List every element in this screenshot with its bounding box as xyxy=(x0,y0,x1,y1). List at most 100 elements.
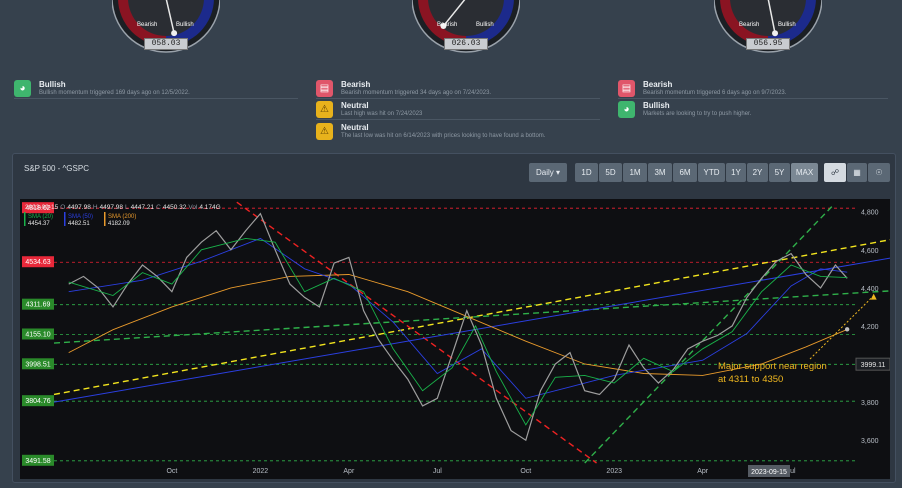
y-tick-label: 4,600 xyxy=(861,248,879,255)
gauge-needle-tip xyxy=(772,30,779,37)
level-tag: 3804.76 xyxy=(22,395,54,407)
gauge-bull-label: Bullish xyxy=(778,22,796,28)
legend-value: 4182.09 xyxy=(108,221,130,227)
range-5y[interactable]: 5Y xyxy=(769,163,790,182)
x-tick-label: Jul xyxy=(433,468,442,475)
annotation-text: at 4311 to 4350 xyxy=(718,374,783,385)
gauge-1: Bearish Bullish 058.03 xyxy=(112,0,220,56)
legend-value: 4454.37 xyxy=(28,221,50,227)
range-2y[interactable]: 2Y xyxy=(747,163,768,182)
y-tick-label: 3,800 xyxy=(861,400,879,407)
sma200-endpoint xyxy=(844,327,850,332)
trendline-trend_red xyxy=(236,201,597,464)
warning-icon: ⚠ xyxy=(316,123,333,140)
level-tag: 4534.63 xyxy=(22,256,54,268)
ohlc-v_label: Vol xyxy=(188,204,198,211)
range-5d[interactable]: 5D xyxy=(599,163,622,182)
gauge-needle-tip xyxy=(171,30,178,37)
gauge-icon: ▤ xyxy=(316,80,333,97)
ohlc-v: 4.174G xyxy=(199,204,220,211)
x-tick-label: Oct xyxy=(520,468,531,475)
globe-icon[interactable]: ☉ xyxy=(868,163,890,182)
divider xyxy=(14,98,298,99)
level-tag-label: 3804.76 xyxy=(25,398,50,405)
gauge-reading: 056.95 xyxy=(746,38,790,50)
ohlc-c: 4450.32 xyxy=(163,204,187,211)
y-tick-label: 4,800 xyxy=(861,210,879,217)
divider xyxy=(316,98,600,99)
gauge-reading: 026.03 xyxy=(444,38,488,50)
gauge-icon: ▤ xyxy=(618,80,635,97)
gauge-3: Bearish Bullish 056.95 xyxy=(714,0,822,56)
x-tick-label: Apr xyxy=(697,468,709,475)
price-line xyxy=(68,212,848,442)
legend-value: 4482.51 xyxy=(68,221,90,227)
range-3m[interactable]: 3M xyxy=(648,163,672,182)
signal-desc: Bullish momentum triggered 169 days ago … xyxy=(39,90,190,96)
signal-title: Bullish xyxy=(643,101,670,110)
divider xyxy=(618,98,888,99)
signal-desc: Markets are looking to try to push highe… xyxy=(643,111,752,117)
signal-item: ⚠ Neutral The last low was hit on 6/14/2… xyxy=(316,123,545,147)
panel-title: S&P 500 - ^GSPC xyxy=(24,164,89,173)
ohlc-l: 4447.21 xyxy=(131,204,155,211)
ohlc-header: 2023-09-15 O 4497.98 H 4497.98 L 4447.21 C 4450.… xyxy=(25,204,221,211)
signal-title: Bearish xyxy=(341,80,371,89)
ohlc-date: 2023-09-15 xyxy=(25,204,59,211)
share-nodes-icon[interactable]: ☍ xyxy=(824,163,846,182)
legend-name: SMA (200) xyxy=(108,214,136,220)
gauge-bear-label: Bearish xyxy=(437,22,458,28)
range-1y[interactable]: 1Y xyxy=(726,163,746,182)
signal-desc: Bearish momentum triggered 6 days ago on… xyxy=(643,90,787,96)
legend-swatch xyxy=(24,212,26,226)
level-tag: 4311.69 xyxy=(22,298,54,310)
ohlc-h_label: H xyxy=(93,204,98,211)
range-ytd[interactable]: YTD xyxy=(698,163,725,182)
range-max[interactable]: MAX xyxy=(791,163,818,182)
x-tick-label: Apr xyxy=(343,468,355,475)
gauge-bear-label: Bearish xyxy=(739,22,760,28)
warning-icon: ⚠ xyxy=(316,101,333,118)
interval-dropdown[interactable]: Daily ▾ xyxy=(529,163,567,182)
gauge-bull-label: Bullish xyxy=(476,22,494,28)
range-6m[interactable]: 6M xyxy=(673,163,697,182)
x-tick-label: Oct xyxy=(166,468,177,475)
price-chart[interactable]: 3,6003,8004,0004,2004,4004,6004,800Oct20… xyxy=(20,199,890,479)
ohlc-h: 4497.98 xyxy=(100,204,124,211)
gauge-bull-label: Bullish xyxy=(176,22,194,28)
calculator-icon[interactable]: ▦ xyxy=(847,163,867,182)
signal-title: Neutral xyxy=(341,123,369,132)
gauge-2: Bearish Bullish 026.03 xyxy=(412,0,520,56)
signal-title: Bearish xyxy=(643,80,673,89)
annotation-arrowhead xyxy=(870,293,877,300)
gauge-bear-label: Bearish xyxy=(137,22,158,28)
legend-name: SMA (20) xyxy=(28,214,53,220)
x-tick-label: 2023 xyxy=(606,468,622,475)
divider xyxy=(316,119,600,120)
gauge-icon: ◕ xyxy=(14,80,31,97)
price-chart-svg: 3,6003,8004,0004,2004,4004,6004,800Oct20… xyxy=(22,201,890,477)
ohlc-o: 4497.98 xyxy=(67,204,91,211)
ohlc-c_label: C xyxy=(156,204,161,211)
signal-title: Bullish xyxy=(39,80,66,89)
x-tick-label: 2022 xyxy=(253,468,269,475)
y-tick-label: 3,600 xyxy=(861,438,879,445)
range-1m[interactable]: 1M xyxy=(623,163,647,182)
signal-item: ⚠ Neutral Last high was hit on 7/24/2023 xyxy=(316,101,422,125)
level-tag: 3998.51 xyxy=(22,358,54,370)
signal-item: ◕ Bullish Markets are looking to try to … xyxy=(618,101,751,125)
level-tag-label: 4155.10 xyxy=(25,331,50,338)
current-date-tag: 2023-09-15 xyxy=(751,469,787,476)
chart-panel: S&P 500 - ^GSPC Daily ▾ 1D 5D 1M 3M 6M Y… xyxy=(12,153,896,483)
y-tick-label: 4,200 xyxy=(861,324,879,331)
legend-swatch xyxy=(64,212,66,226)
ohlc-o_label: O xyxy=(60,204,65,211)
signal-item: ◕ Bullish Bullish momentum triggered 169… xyxy=(14,80,190,104)
level-tag: 3491.58 xyxy=(22,454,54,466)
signal-desc: Last high was hit on 7/24/2023 xyxy=(341,111,423,117)
level-tag-label: 3998.51 xyxy=(25,361,50,368)
level-tag-label: 4311.69 xyxy=(26,302,51,309)
signal-desc: The last low was hit on 6/14/2023 with p… xyxy=(341,133,546,139)
level-tag: 4155.10 xyxy=(22,328,54,340)
range-1d[interactable]: 1D xyxy=(575,163,598,182)
